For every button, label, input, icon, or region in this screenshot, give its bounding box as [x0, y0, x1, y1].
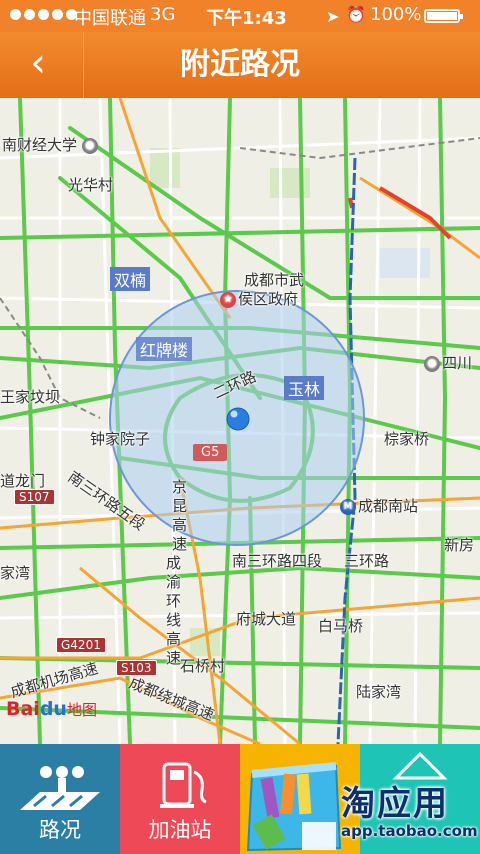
- highway-shield: S103: [116, 660, 157, 676]
- battery-icon: [424, 9, 463, 23]
- tab-gas-station[interactable]: 加油站: [120, 744, 240, 854]
- road-label: 成渝环线高速: [166, 554, 182, 667]
- map-label: 陆家湾: [356, 683, 402, 701]
- government-icon: ★: [220, 291, 236, 308]
- highway-shield: G4201: [56, 637, 106, 653]
- map-label: 成都市武: [244, 271, 305, 289]
- map-label: 道龙门: [0, 472, 46, 490]
- gas-pump-icon: [160, 762, 207, 808]
- road-label: 京昆高速: [172, 478, 188, 553]
- map-label: 南财经大学 ●: [2, 134, 100, 155]
- signal-icon: [10, 9, 77, 20]
- location-arrow-icon: ➤: [326, 7, 340, 26]
- status-time: 下午1:43: [206, 8, 287, 29]
- map-label: 钟家院子: [90, 430, 151, 448]
- badge-url: app.taobao.com: [341, 822, 478, 840]
- map-label: 家湾: [0, 564, 31, 582]
- battery-percent: 100%: [370, 4, 422, 25]
- road-label: 南三环路四段: [232, 552, 323, 570]
- tab-road-label: 路况: [39, 818, 81, 842]
- map-label: ★ 侯区政府: [220, 288, 298, 309]
- map-label: M 成都南站: [340, 495, 418, 516]
- traffic-road-icon: [20, 766, 100, 810]
- status-bar: 中国联通 3G 下午1:43 ➤ ⏰ 100%: [0, 0, 480, 32]
- map-label: ● 四川: [424, 352, 472, 373]
- road-label: 三环路: [344, 552, 390, 570]
- map-label: 府城大道: [236, 610, 297, 628]
- badge-title: 淘应用: [341, 784, 449, 824]
- tab-road-traffic[interactable]: 路况: [0, 744, 120, 854]
- map-label: 双楠: [110, 267, 151, 291]
- poi-icon: ●: [424, 355, 440, 372]
- highway-shield: S107: [14, 489, 55, 505]
- highway-shield: G5: [193, 444, 228, 461]
- map-label: 新房: [444, 536, 475, 554]
- taobao-app-badge: 淘应用 app.taobao.com: [333, 776, 480, 854]
- baidu-map-logo: Baidu地图: [6, 698, 97, 720]
- alarm-icon: ⏰: [346, 5, 366, 24]
- map-label: 白马桥: [318, 617, 364, 635]
- school-icon: ●: [81, 137, 98, 154]
- back-button[interactable]: ‹: [0, 32, 84, 98]
- tab-gas-label: 加油站: [148, 818, 212, 842]
- map-label: 红牌楼: [136, 337, 193, 361]
- map-label: 棕家桥: [384, 430, 430, 448]
- carrier-name: 中国联通: [74, 8, 146, 29]
- map-label: 王家坟坝: [0, 388, 61, 406]
- metro-icon: M: [340, 498, 356, 515]
- page-title: 附近路况: [180, 47, 300, 82]
- chevron-left-icon: ‹: [30, 40, 46, 86]
- nav-bar: ‹ 附近路况: [0, 32, 480, 98]
- map-label: 玉林: [284, 376, 325, 400]
- traffic-map[interactable]: 南财经大学 ● 光华村 双楠 成都市武 ★ 侯区政府 红牌楼 玉林 ● 四川 王家坟…: [0, 98, 480, 744]
- network-type: 3G: [150, 4, 176, 25]
- map-label: 石桥村: [180, 657, 226, 675]
- map-label: 光华村: [68, 176, 114, 194]
